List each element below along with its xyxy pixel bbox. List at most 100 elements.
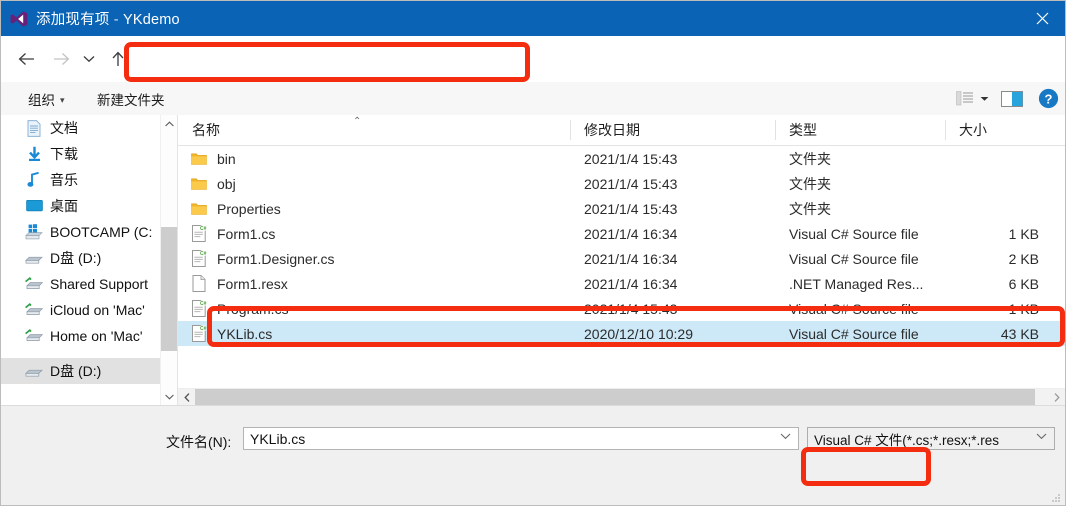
chevron-down-icon: ▾ — [60, 94, 65, 105]
resize-grip-icon[interactable] — [1049, 491, 1061, 503]
music-icon — [25, 171, 43, 189]
file-list-horizontal-scrollbar[interactable] — [178, 388, 1065, 405]
column-header-type-label: 类型 — [789, 122, 817, 138]
help-icon[interactable]: ? — [1031, 88, 1065, 110]
chevron-down-icon — [980, 96, 988, 101]
file-row[interactable]: Form1.resx 2021/1/4 16:34 .NET Managed Res… — [178, 271, 1065, 296]
column-header-size[interactable]: 大小 — [945, 115, 1057, 145]
window-title-main: 添加现有项 — [36, 12, 110, 28]
file-name-label: YKLib.cs — [217, 325, 273, 342]
window-title-document: YKdemo — [123, 12, 180, 28]
navpane-item-label: iCloud on 'Mac' — [50, 302, 145, 318]
navpane-item[interactable]: 文档 — [1, 115, 177, 141]
navpane-item[interactable]: Home on 'Mac' — [1, 323, 177, 349]
navpane-item[interactable]: D盘 (D:) — [1, 245, 177, 271]
arrow-left-icon — [18, 53, 34, 65]
windows-drive-icon — [25, 223, 43, 241]
file-size-cell: 1 KB — [1008, 225, 1039, 242]
scrollbar-thumb[interactable] — [161, 227, 177, 351]
navpane-group-separator — [1, 349, 177, 358]
column-header-size-label: 大小 — [959, 122, 987, 138]
navpane-item[interactable]: Shared Support — [1, 271, 177, 297]
scrollbar-thumb[interactable] — [195, 389, 1035, 405]
svg-text:?: ? — [1044, 91, 1052, 106]
navpane-item-label: BOOTCAMP (C: — [50, 224, 153, 240]
file-name-cell: C# Form1.Designer.cs — [178, 246, 570, 271]
navpane-item[interactable]: 桌面 — [1, 193, 177, 219]
file-name-label: bin — [217, 150, 236, 167]
scroll-right-button[interactable] — [1048, 389, 1065, 405]
downloads-icon — [25, 145, 43, 163]
file-size-cell: 2 KB — [1008, 250, 1039, 267]
filename-label: 文件名(N): — [166, 434, 232, 450]
file-name-label: Form1.resx — [217, 275, 288, 292]
desktop-icon — [25, 197, 43, 215]
file-row[interactable]: C# YKLib.cs 2020/12/10 10:29 Visual C# Sour… — [178, 321, 1065, 346]
visual-studio-icon — [10, 10, 28, 28]
filename-input[interactable]: YKLib.cs — [243, 427, 799, 450]
file-type-filter-combobox[interactable]: Visual C# 文件(*.cs;*.resx;*.res — [807, 427, 1055, 450]
navpane-item-label: D盘 (D:) — [50, 250, 102, 266]
chevron-down-icon[interactable] — [780, 432, 791, 443]
title-bar: 添加现有项 - YKdemo — [1, 1, 1065, 36]
column-header-date[interactable]: 修改日期 — [570, 115, 775, 145]
preview-pane-icon[interactable] — [997, 88, 1027, 110]
new-folder-label: 新建文件夹 — [97, 93, 165, 108]
filename-value: YKLib.cs — [250, 430, 306, 447]
scroll-up-button[interactable] — [161, 115, 177, 132]
file-row[interactable]: C# Program.cs 2021/1/4 15:43 Visual C# Sour… — [178, 296, 1065, 321]
csharp-file-icon: C# — [190, 225, 208, 243]
view-options-caret-icon[interactable] — [977, 88, 991, 110]
file-size-cell — [945, 196, 1057, 221]
navpane-item-label: 桌面 — [50, 198, 78, 214]
scroll-left-button[interactable] — [178, 389, 195, 405]
file-date-cell: 2021/1/4 15:43 — [584, 200, 678, 217]
chevron-right-icon — [1054, 392, 1060, 402]
file-size-cell: 6 KB — [1008, 275, 1039, 292]
recent-locations-button[interactable] — [79, 46, 99, 72]
file-date-cell: 2021/1/4 15:43 — [584, 150, 678, 167]
navpane-item[interactable]: iCloud on 'Mac' — [1, 297, 177, 323]
file-date-cell: 2021/1/4 16:34 — [584, 275, 678, 292]
file-name-label: Form1.Designer.cs — [217, 250, 335, 267]
list-view-icon[interactable] — [953, 88, 977, 110]
column-header-type[interactable]: 类型 — [775, 115, 945, 145]
file-name-cell: Form1.resx — [178, 271, 570, 296]
file-row[interactable]: obj 2021/1/4 15:43 文件夹 — [178, 171, 1065, 196]
scroll-down-button[interactable] — [161, 388, 177, 405]
address-bar: ❯ D盘 (D:) ❯ YouKong ❯ YKdemo ❯ YKdemo ❯ — [1, 36, 1065, 108]
chevron-left-icon — [183, 392, 189, 402]
view-controls: ? — [953, 82, 1065, 115]
file-row[interactable]: C# Form1.Designer.cs 2021/1/4 16:34 Visual … — [178, 246, 1065, 271]
organize-button[interactable]: 组织 ▾ — [28, 89, 65, 109]
file-name-cell: Properties — [178, 196, 570, 221]
scrollbar-track[interactable] — [195, 389, 1048, 405]
navpane-item[interactable]: 音乐 — [1, 167, 177, 193]
window-title-separator: - — [109, 12, 123, 28]
file-type-cell: Visual C# Source file — [789, 325, 919, 342]
navpane-item-label: D盘 (D:) — [50, 363, 102, 379]
new-folder-button[interactable]: 新建文件夹 — [97, 89, 165, 109]
file-row[interactable]: bin 2021/1/4 15:43 文件夹 — [178, 146, 1065, 171]
file-date-cell: 2021/1/4 15:43 — [584, 300, 678, 317]
drive-icon — [25, 362, 43, 380]
navpane-item-label: 下载 — [50, 146, 78, 162]
file-row[interactable]: C# Form1.cs 2021/1/4 16:34 Visual C# Source… — [178, 221, 1065, 246]
forward-button[interactable] — [48, 46, 74, 72]
chevron-down-icon[interactable] — [1036, 432, 1047, 443]
navpane-item-selected[interactable]: D盘 (D:) — [1, 358, 177, 384]
close-button[interactable] — [1019, 1, 1065, 36]
up-one-level-button[interactable] — [105, 46, 131, 72]
navpane-scrollbar[interactable] — [160, 115, 177, 405]
navpane-item[interactable]: BOOTCAMP (C: — [1, 219, 177, 245]
file-type-cell: 文件夹 — [789, 200, 831, 217]
column-header-name[interactable]: 名称 ⌃ — [178, 115, 570, 145]
network-drive-icon — [25, 327, 43, 345]
navpane-item[interactable]: 下载 — [1, 141, 177, 167]
navigation-pane: 文档 下载 音乐 桌面 BOOTCAMP (C: D盘 (D:) Shared … — [1, 115, 177, 405]
file-date-cell: 2021/1/4 16:34 — [584, 250, 678, 267]
back-button[interactable] — [13, 46, 39, 72]
network-drive-icon — [25, 301, 43, 319]
file-row[interactable]: Properties 2021/1/4 15:43 文件夹 — [178, 196, 1065, 221]
csharp-file-icon: C# — [190, 325, 208, 343]
